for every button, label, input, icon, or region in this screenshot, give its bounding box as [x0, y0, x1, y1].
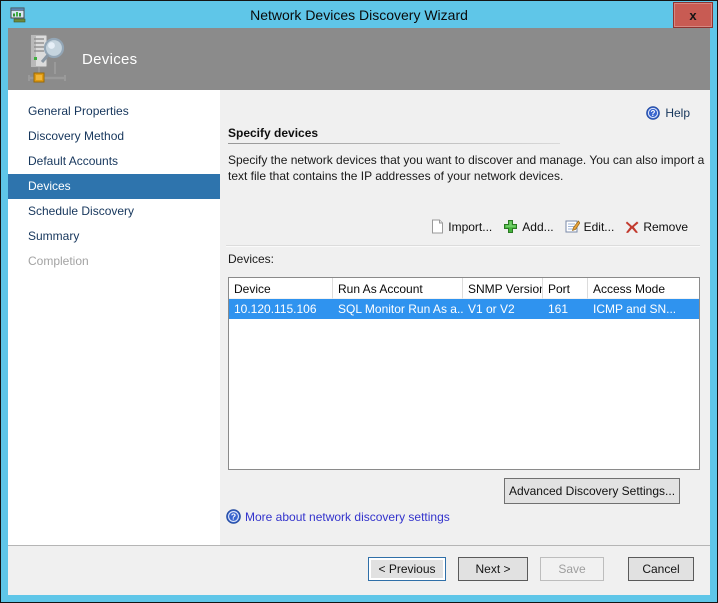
- sidebar-item-general-properties[interactable]: General Properties: [8, 99, 220, 124]
- column-header-device[interactable]: Device: [229, 278, 333, 299]
- devices-list-label: Devices:: [228, 252, 275, 266]
- help-link[interactable]: ? Help: [646, 106, 690, 120]
- sidebar-item-schedule-discovery[interactable]: Schedule Discovery: [8, 199, 220, 224]
- add-label: Add...: [522, 219, 554, 234]
- next-label: Next >: [475, 562, 511, 576]
- remove-label: Remove: [643, 219, 688, 234]
- wizard-window: Network Devices Discovery Wizard x Devic…: [0, 0, 718, 603]
- content-pane: ? Help Specify devices Specify the netwo…: [220, 90, 710, 545]
- cell-device: 10.120.115.106: [234, 302, 317, 316]
- devices-table: Device Run As Account SNMP Version Port …: [228, 277, 700, 470]
- sidebar-item-discovery-method[interactable]: Discovery Method: [8, 124, 220, 149]
- previous-label: < Previous: [378, 562, 436, 576]
- column-header-snmp-version[interactable]: SNMP Version: [463, 278, 543, 299]
- devices-table-header: Device Run As Account SNMP Version Port …: [229, 278, 699, 299]
- cell-port: 161: [548, 302, 569, 316]
- header-title: Devices: [82, 50, 138, 68]
- toolbar-rule: [226, 245, 700, 246]
- body-row: General Properties Discovery Method Defa…: [8, 90, 710, 545]
- more-about-link[interactable]: ? More about network discovery settings: [226, 509, 450, 524]
- svg-text:?: ?: [231, 512, 236, 522]
- cell-run-as-account: SQL Monitor Run As a...: [338, 302, 463, 316]
- add-plus-icon: [503, 219, 518, 234]
- section-description: Specify the network devices that you wan…: [228, 153, 705, 183]
- save-label: Save: [558, 562, 586, 576]
- main-frame: Devices General Properties Discovery Met…: [8, 28, 710, 595]
- column-header-port[interactable]: Port: [543, 278, 588, 299]
- section-title-rule: [228, 143, 560, 144]
- advanced-button-label: Advanced Discovery Settings...: [508, 484, 676, 498]
- import-file-icon: [431, 219, 444, 234]
- add-button[interactable]: Add...: [503, 219, 554, 234]
- more-about-label: More about network discovery settings: [245, 509, 450, 524]
- edit-button[interactable]: Edit...: [565, 219, 615, 234]
- device-toolbar: Import... Add... Edit... Remove: [431, 219, 688, 234]
- sidebar-item-devices[interactable]: Devices: [8, 174, 220, 199]
- previous-button[interactable]: < Previous: [368, 557, 446, 581]
- close-icon: x: [689, 7, 697, 23]
- save-button: Save: [540, 557, 604, 581]
- cancel-label: Cancel: [642, 562, 680, 576]
- remove-button[interactable]: Remove: [625, 220, 688, 234]
- remove-x-icon: [625, 220, 639, 234]
- next-button[interactable]: Next >: [458, 557, 528, 581]
- advanced-discovery-settings-button[interactable]: Advanced Discovery Settings...: [504, 478, 680, 504]
- import-button[interactable]: Import...: [431, 219, 492, 234]
- edit-label: Edit...: [583, 219, 615, 234]
- sidebar-item-default-accounts[interactable]: Default Accounts: [8, 149, 220, 174]
- window-title: Network Devices Discovery Wizard: [250, 6, 468, 23]
- sidebar-item-summary[interactable]: Summary: [8, 224, 220, 249]
- cell-snmp-version: V1 or V2: [468, 302, 515, 316]
- column-header-access-mode[interactable]: Access Mode: [588, 278, 699, 299]
- device-row[interactable]: 10.120.115.106 SQL Monitor Run As a... V…: [229, 299, 699, 319]
- close-button[interactable]: x: [673, 2, 713, 28]
- cell-access-mode: ICMP and SN...: [593, 302, 677, 316]
- wizard-header: Devices: [8, 28, 710, 90]
- help-icon: ?: [646, 106, 661, 120]
- help-label: Help: [665, 106, 690, 120]
- column-header-run-as-account[interactable]: Run As Account: [333, 278, 463, 299]
- import-label: Import...: [448, 219, 493, 234]
- footer-bar: < Previous Next > Save Cancel: [8, 545, 710, 595]
- cancel-button[interactable]: Cancel: [628, 557, 694, 581]
- titlebar: Network Devices Discovery Wizard x: [1, 1, 717, 28]
- info-question-icon: ?: [226, 509, 241, 524]
- sidebar: General Properties Discovery Method Defa…: [8, 90, 220, 545]
- device-discovery-icon: [25, 33, 69, 85]
- sidebar-item-completion: Completion: [28, 254, 89, 268]
- section-title: Specify devices: [228, 126, 319, 140]
- edit-pencil-icon: [565, 219, 580, 234]
- svg-text:?: ?: [651, 109, 656, 118]
